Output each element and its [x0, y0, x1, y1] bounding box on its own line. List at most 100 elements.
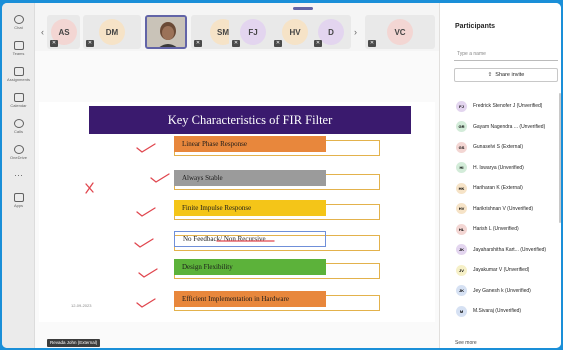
apps-icon	[13, 193, 24, 202]
participant-row[interactable]: JK Jayaharshitha Kart... (Unverified)	[456, 243, 561, 257]
share-icon: ⇪	[487, 72, 493, 78]
participant-tile[interactable]: DM ✕	[83, 15, 141, 49]
rail-item-teams[interactable]: Teams	[2, 41, 35, 56]
check-mark	[136, 143, 156, 153]
participant-name: Fredrick Stenofer J (Unverified)	[473, 103, 543, 109]
more-icon: ···	[14, 170, 23, 180]
avatar: VC	[387, 19, 413, 45]
avatar: HV	[282, 19, 308, 45]
speaker-name-tag: Revada John (External)	[47, 339, 101, 347]
participant-name: Jayaharshitha Kart... (Unverified)	[473, 246, 547, 253]
slide-date: 12-09-2023	[71, 303, 92, 308]
assignments-icon	[13, 67, 24, 76]
participants-panel: Participants Type a name ⇪ Share invite …	[439, 3, 561, 348]
mic-off-icon: ✕	[368, 40, 376, 47]
rail-item-calendar[interactable]: Calendar	[2, 93, 35, 108]
participant-name: Gayam Nagendra ... (Unverified)	[473, 123, 546, 130]
annotation-layer	[85, 143, 275, 308]
search-input[interactable]: Type a name	[454, 48, 558, 61]
participant-row[interactable]: HV Harikrishnan V (Unverified)	[456, 202, 561, 216]
scrollbar[interactable]	[559, 93, 561, 223]
mic-off-icon: ✕	[232, 40, 240, 47]
participant-tile[interactable]: FJ ✕	[229, 15, 277, 49]
rail-label: Calendar	[10, 103, 27, 108]
participant-row[interactable]: HI H. Iswarya (Unverified)	[456, 161, 561, 175]
participant-row[interactable]: FJ Fredrick Stenofer J (Unverified)	[456, 99, 561, 113]
participant-name: Jayakumar V (Unverified)	[473, 267, 530, 273]
onedrive-icon	[13, 145, 24, 154]
participant-row[interactable]: JV Jayakumar V (Unverified)	[456, 263, 561, 277]
participant-tile[interactable]: D ✕	[311, 15, 351, 49]
cross-mark	[85, 182, 94, 194]
participant-avatar: FJ	[456, 100, 467, 112]
participant-avatar: HK	[456, 182, 467, 194]
check-mark	[136, 207, 156, 217]
rail-label: Teams	[12, 51, 25, 56]
mic-off-icon: ✕	[86, 40, 94, 47]
rail-label: Apps	[13, 203, 24, 208]
mic-off-icon: ✕	[194, 40, 202, 47]
participant-avatar: JK	[456, 244, 467, 255]
rail-label: OneDrive	[10, 155, 27, 160]
chat-icon	[13, 15, 24, 24]
participant-name: Gunaselvi S (External)	[473, 144, 524, 150]
chevron-left-icon[interactable]: ‹	[41, 27, 44, 37]
calendar-icon	[13, 93, 24, 102]
participant-row[interactable]: GS Gunaselvi S (External)	[456, 140, 561, 154]
participant-name: Jey Ganesh k (Unverified)	[473, 287, 531, 294]
share-invite-button[interactable]: ⇪ Share invite	[454, 68, 558, 82]
rail-item-apps[interactable]: Apps	[2, 193, 35, 208]
teams-icon	[13, 41, 24, 50]
participant-row[interactable]: M M.Sivaraj (Unverified)	[456, 304, 561, 318]
participant-name: H. Iswarya (Unverified)	[473, 164, 524, 171]
share-invite-label: Share invite	[495, 72, 525, 78]
rail-item-more[interactable]: ···	[2, 170, 35, 180]
participant-name: Harish L (Unverified)	[473, 226, 519, 232]
chevron-right-icon[interactable]: ›	[354, 27, 357, 37]
rail-item-assignments[interactable]: Assignments	[2, 67, 35, 82]
mic-off-icon: ✕	[314, 40, 322, 47]
participant-tile-video[interactable]	[145, 15, 187, 49]
check-mark	[136, 298, 156, 308]
participant-avatar: HL	[456, 223, 467, 235]
see-more-link[interactable]: See more	[455, 340, 477, 346]
mic-off-icon: ✕	[50, 40, 58, 47]
panel-title: Participants	[455, 23, 496, 30]
rail-label: Chat	[14, 25, 23, 30]
teams-window: Chat Teams Assignments Calendar Calls On…	[2, 3, 561, 348]
participant-video-image	[147, 17, 185, 47]
participant-video	[145, 15, 187, 49]
mic-off-icon: ✕	[274, 40, 282, 47]
participant-row[interactable]: HK Hariharan K (External)	[456, 181, 561, 195]
participant-name: M.Sivaraj (Unverified)	[473, 308, 522, 314]
rail-label: Calls	[14, 129, 23, 134]
check-mark	[134, 238, 154, 248]
meeting-area: ‹ AS ✕ DM ✕ SM ✕ FJ ✕ HV ✕ D ✕ › VC ✕ Ke…	[35, 3, 439, 348]
participant-name: Hariharan K (External)	[473, 185, 523, 191]
rail-item-chat[interactable]: Chat	[2, 15, 35, 30]
participant-avatar: M	[456, 305, 467, 317]
rail-item-onedrive[interactable]: OneDrive	[2, 145, 35, 160]
participant-tile[interactable]: VC ✕	[365, 15, 435, 49]
participant-row[interactable]: GR Gayam Nagendra ... (Unverified)	[456, 120, 561, 134]
participant-avatar: JV	[456, 264, 467, 276]
rail-label: Assignments	[7, 77, 30, 82]
avatar: DM	[99, 19, 125, 45]
avatar: FJ	[240, 19, 266, 45]
participant-name: Harikrishnan V (Unverified)	[473, 205, 534, 212]
participant-row[interactable]: HL Harish L (Unverified)	[456, 222, 561, 236]
shared-content-stage: Key Characteristics of FIR Filter Linear…	[35, 51, 439, 348]
app-rail: Chat Teams Assignments Calendar Calls On…	[2, 3, 35, 348]
participant-avatar: HV	[456, 203, 467, 214]
calls-icon	[13, 119, 24, 128]
participant-tile[interactable]: AS ✕	[47, 15, 80, 49]
check-mark	[138, 268, 158, 278]
participant-row[interactable]: JK Jey Ganesh k (Unverified)	[456, 284, 561, 298]
participant-avatar: GR	[456, 121, 467, 132]
drag-handle[interactable]	[293, 7, 313, 10]
rail-item-calls[interactable]: Calls	[2, 119, 35, 134]
participant-avatar: HI	[456, 162, 467, 173]
participant-avatar: JK	[456, 285, 467, 296]
presentation-slide: Key Characteristics of FIR Filter Linear…	[39, 102, 435, 322]
check-mark	[150, 173, 170, 183]
